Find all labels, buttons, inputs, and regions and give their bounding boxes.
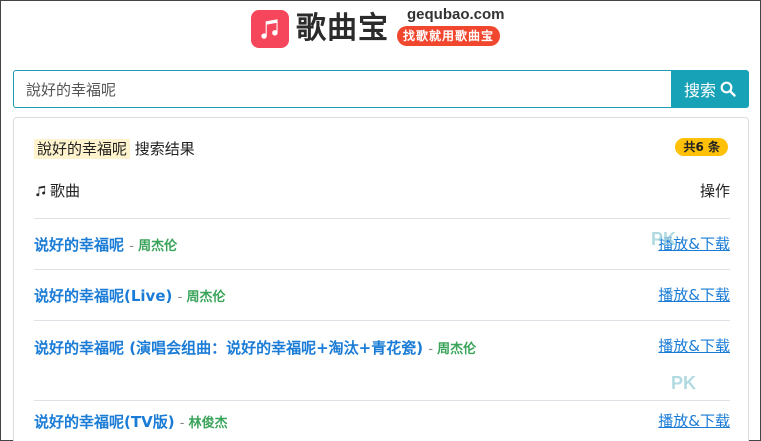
watermark: PK: [671, 373, 697, 393]
search-icon: [720, 81, 736, 97]
song-title-link[interactable]: 说好的幸福呢 (演唱会组曲：说好的幸福呢+淘汰+青花瓷): [34, 339, 423, 357]
music-note-icon: [36, 185, 46, 196]
music-note-icon: [251, 10, 289, 48]
search-button-label: 搜索: [683, 81, 716, 100]
slogan-badge: 找歌就用歌曲宝: [397, 26, 501, 46]
query-highlight: 說好的幸福呢: [34, 139, 131, 159]
song-artist: 林俊杰: [188, 416, 228, 431]
table-row: 说好的幸福呢 - 周杰伦 播放&下载: [34, 218, 730, 269]
song-artist: 周杰伦: [437, 342, 477, 357]
song-entry: 说好的幸福呢(Live) - 周杰伦: [34, 287, 226, 305]
table-row: 说好的幸福呢(Live) - 周杰伦 播放&下载: [34, 269, 730, 320]
song-artist: 周杰伦: [138, 239, 178, 254]
table-header: 歌曲 操作: [34, 180, 730, 204]
song-title-link[interactable]: 说好的幸福呢(TV版): [34, 413, 175, 431]
results-title-suffix: 搜索结果: [134, 140, 195, 158]
domain-text: gequbao.com: [407, 6, 505, 23]
app-name: 歌曲宝: [296, 11, 389, 46]
song-entry: 说好的幸福呢 - 周杰伦: [34, 236, 178, 254]
play-download-link[interactable]: 播放&下载: [658, 335, 730, 357]
column-song-label: 歌曲: [50, 182, 81, 200]
song-entry: 说好的幸福呢 (演唱会组曲：说好的幸福呢+淘汰+青花瓷) - 周杰伦: [34, 339, 477, 357]
search-bar: 搜索: [13, 70, 749, 108]
search-input[interactable]: [13, 70, 671, 108]
column-action-label: 操作: [699, 182, 730, 200]
results-heading: 說好的幸福呢 搜索结果: [34, 138, 195, 160]
result-count-badge: 共6 条: [675, 138, 728, 156]
song-title-link[interactable]: 说好的幸福呢(Live): [34, 287, 172, 305]
site-logo[interactable]: 歌曲宝 gequbao.com 找歌就用歌曲宝: [251, 6, 521, 48]
column-song: 歌曲: [34, 180, 80, 201]
results-card: 說好的幸福呢 搜索结果 共6 条 歌曲 操作 说好的幸福呢 - 周杰伦 播放&下…: [13, 117, 749, 441]
table-row: 说好的幸福呢(TV版) - 林俊杰 播放&下载: [34, 400, 730, 441]
search-button[interactable]: 搜索: [671, 70, 749, 108]
song-artist: 周杰伦: [186, 290, 226, 305]
song-title-link[interactable]: 说好的幸福呢: [34, 236, 124, 254]
play-download-link[interactable]: 播放&下载: [658, 284, 730, 306]
song-entry: 说好的幸福呢(TV版) - 林俊杰: [34, 413, 228, 431]
watermark: PK: [651, 229, 677, 249]
play-download-link[interactable]: 播放&下载: [658, 410, 730, 432]
table-row: 说好的幸福呢 (演唱会组曲：说好的幸福呢+淘汰+青花瓷) - 周杰伦 播放&下载: [34, 320, 730, 400]
